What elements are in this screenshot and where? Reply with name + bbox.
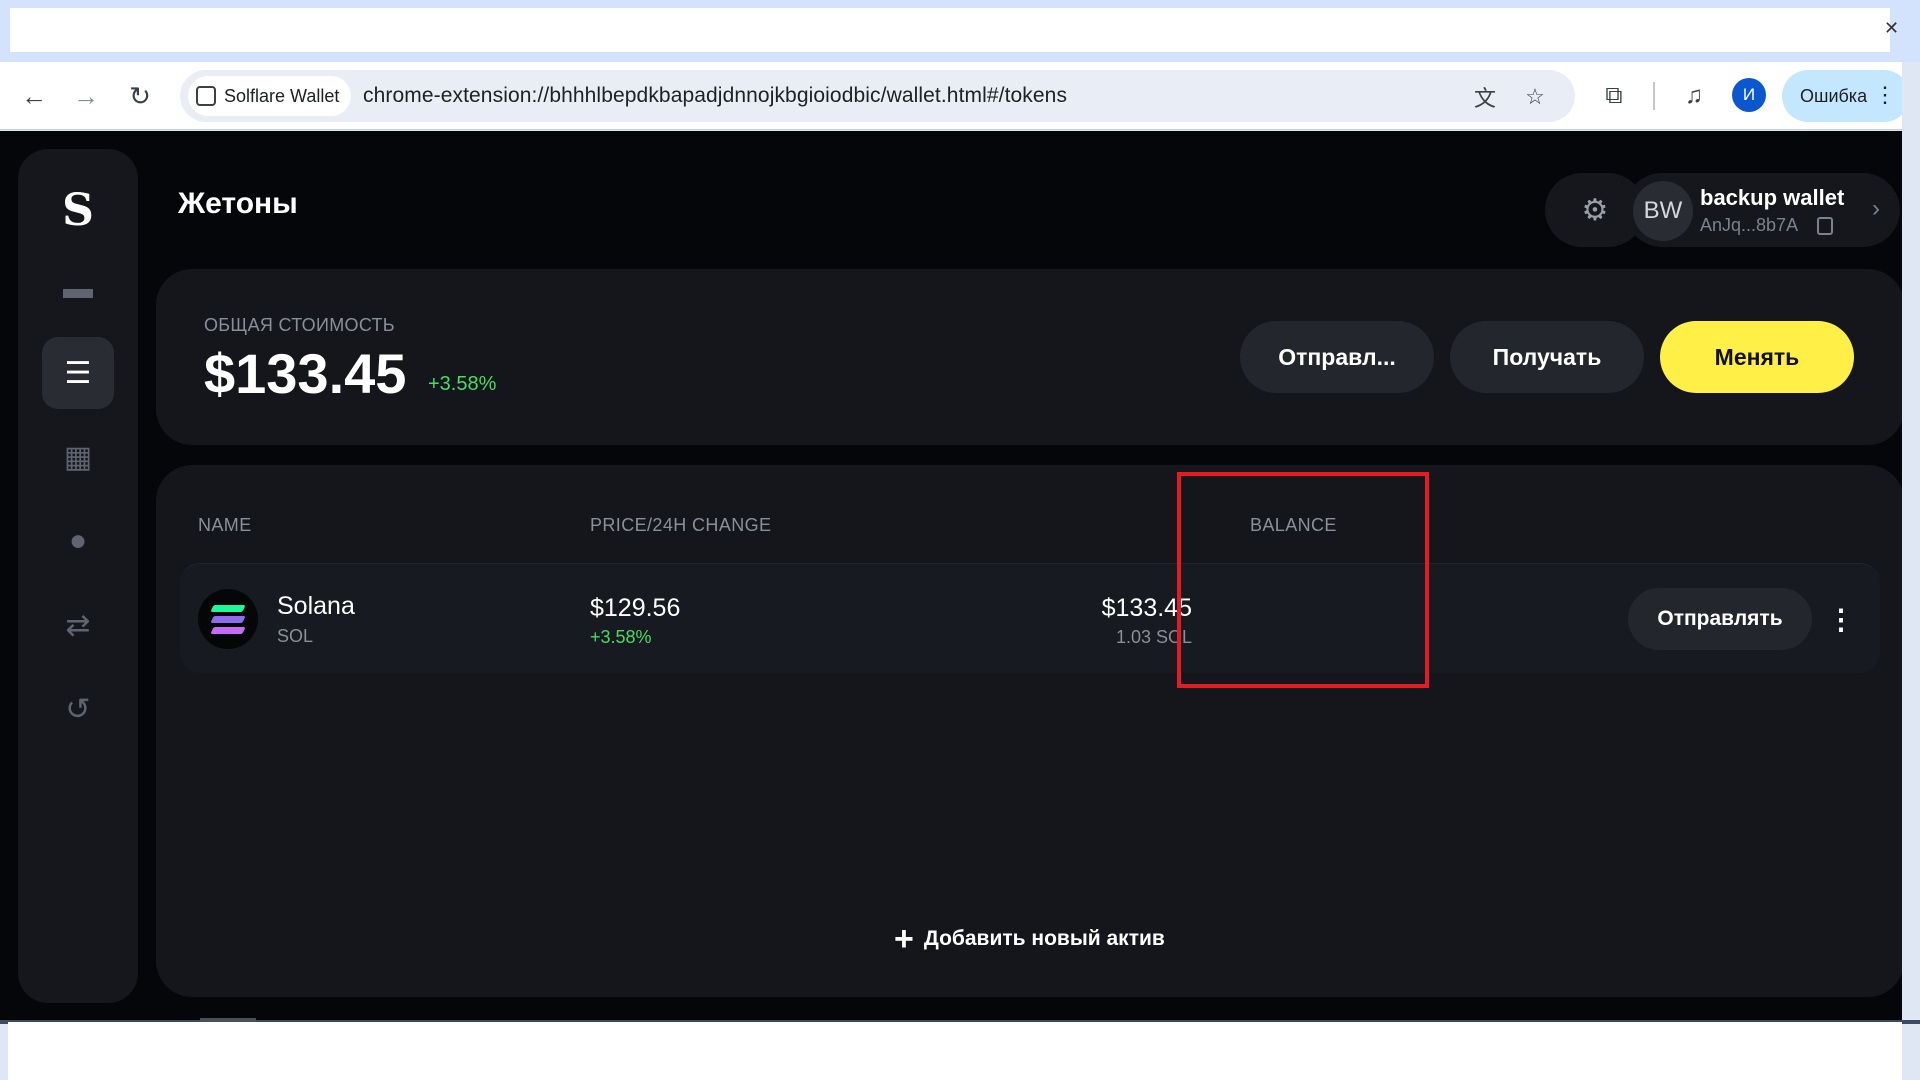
row-send-button[interactable]: Отправлять [1628, 588, 1812, 650]
close-icon[interactable]: ✕ [1884, 18, 1899, 39]
tab-strip-area [10, 8, 1890, 52]
add-asset-label: Добавить новый актив [923, 927, 1165, 950]
forward-icon[interactable]: → [66, 76, 106, 116]
profile-avatar[interactable]: И [1732, 78, 1766, 112]
window-edge [1902, 62, 1920, 1080]
token-change: +3.58% [590, 627, 652, 647]
reload-icon[interactable]: ↻ [120, 76, 160, 116]
collectibles-icon[interactable]: ▦ [42, 421, 114, 493]
extension-icon [196, 86, 216, 106]
swap-icon[interactable]: ⇄ [42, 589, 114, 661]
column-header-name: NAME [198, 515, 252, 535]
solflare-logo-icon[interactable]: S [58, 187, 98, 235]
token-balance-usd: $133.45 [1101, 594, 1192, 622]
site-chip-label: Solflare Wallet [224, 85, 340, 106]
total-value-label: ОБЩАЯ СТОИМОСТЬ [204, 315, 395, 335]
plus-icon: + [894, 920, 914, 958]
site-info-chip[interactable]: Solflare Wallet [188, 76, 352, 116]
error-label: Ошибка [1800, 85, 1868, 106]
account-name: backup wallet [1700, 185, 1845, 210]
extensions-puzzle-icon[interactable]: ⧉ [1596, 78, 1632, 114]
tokens-icon[interactable]: ☰ [42, 337, 114, 409]
more-options-icon[interactable]: ⋮ [1826, 592, 1856, 646]
chevron-right-icon: › [1872, 195, 1880, 222]
browser-menu-icon[interactable]: ⋮ [1874, 82, 1896, 108]
wallet-icon[interactable]: ▬ [42, 253, 114, 325]
total-value: $133.45 [204, 342, 407, 405]
table-row[interactable]: Solana SOL $129.56 +3.58% $133.45 1.03 S… [180, 563, 1880, 673]
column-header-price: PRICE/24H CHANGE [590, 515, 772, 535]
toolbar-divider [1653, 82, 1655, 110]
token-symbol: SOL [277, 626, 314, 646]
staking-icon[interactable]: ● [42, 505, 114, 577]
tab-strip: ✕ [0, 0, 1920, 62]
add-asset-button[interactable]: + Добавить новый актив [894, 919, 1165, 959]
bottom-panel [8, 1022, 1902, 1080]
wallet-app: S ▬ ☰ ▦ ● ⇄ ↺ Жетоны ⚙ BW backup wallet … [0, 131, 1920, 1021]
media-control-icon[interactable]: ♫ [1676, 78, 1712, 114]
portfolio-summary: ОБЩАЯ СТОИМОСТЬ $133.45 +3.58% Отправл..… [156, 269, 1904, 445]
token-name: Solana [277, 592, 355, 620]
swap-button[interactable]: Менять [1660, 321, 1854, 393]
tokens-table: NAME PRICE/24H CHANGE BALANCE Solana SOL… [156, 465, 1904, 997]
avatar: BW [1633, 181, 1693, 241]
error-chip[interactable]: Ошибка ⋮ [1782, 70, 1910, 122]
back-icon[interactable]: ← [14, 76, 54, 116]
copy-icon[interactable] [1817, 217, 1833, 235]
address-bar[interactable]: Solflare Wallet chrome-extension://bhhhl… [180, 70, 1575, 122]
account-switcher[interactable]: BW backup wallet AnJq...8b7A › [1625, 173, 1900, 247]
bookmark-star-icon[interactable]: ☆ [1520, 82, 1550, 112]
send-button[interactable]: Отправл... [1240, 321, 1434, 393]
sidebar: S ▬ ☰ ▦ ● ⇄ ↺ [18, 149, 138, 1003]
account-address: AnJq...8b7A [1700, 215, 1799, 235]
page-title: Жетоны [178, 187, 298, 220]
balance-highlight-box [1177, 472, 1429, 688]
solana-icon [198, 589, 258, 649]
history-icon[interactable]: ↺ [42, 673, 114, 745]
browser-toolbar: ← → ↻ Solflare Wallet chrome-extension:/… [0, 62, 1920, 130]
url-text[interactable]: chrome-extension://bhhhlbepdkbapadjdnnoj… [363, 84, 1067, 108]
token-balance-amount: 1.03 SOL [1115, 627, 1192, 647]
token-price: $129.56 [590, 594, 681, 622]
receive-button[interactable]: Получать [1450, 321, 1644, 393]
translate-icon[interactable]: 文 [1470, 82, 1500, 112]
total-change: +3.58% [428, 373, 497, 395]
gear-icon: ⚙ [1581, 193, 1609, 227]
